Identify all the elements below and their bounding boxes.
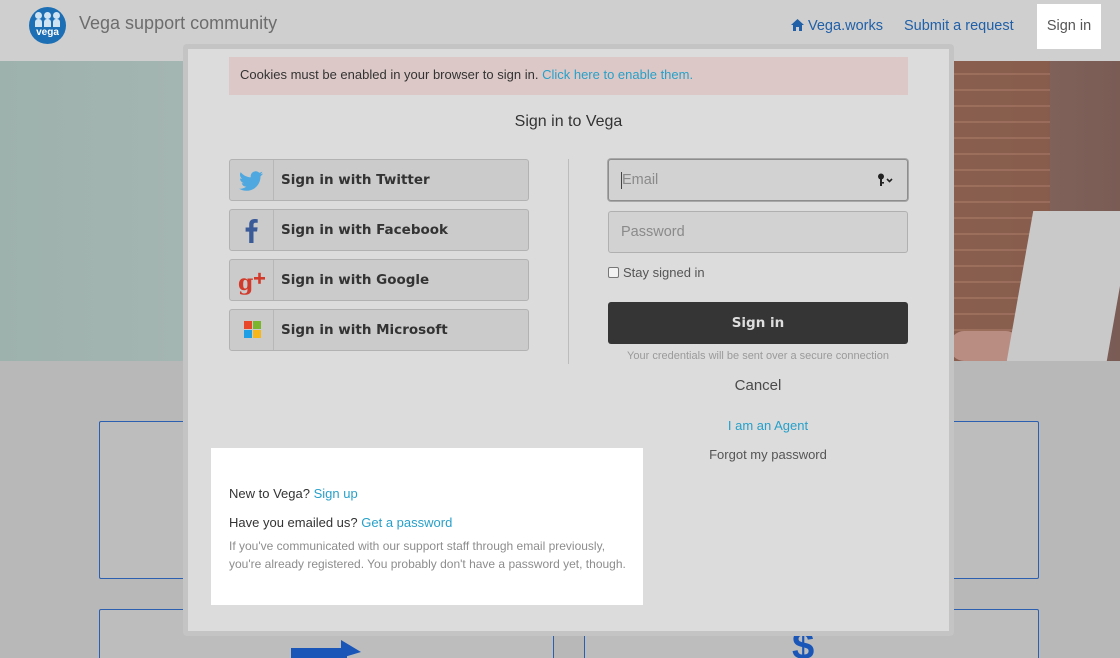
password-field[interactable]: Password — [608, 211, 908, 253]
secure-connection-note: Your credentials will be sent over a sec… — [627, 350, 889, 362]
forgot-password-link[interactable]: Forgot my password — [618, 447, 918, 462]
logo-text: vega — [36, 27, 59, 38]
nav-signin-button[interactable]: Sign in — [1037, 4, 1101, 49]
email-placeholder: Email — [622, 172, 659, 188]
microsoft-icon — [244, 321, 261, 338]
cookie-alert: Cookies must be enabled in your browser … — [229, 57, 908, 95]
emailed-line: Have you emailed us? Get a password — [229, 515, 452, 530]
people-icon — [35, 12, 60, 27]
password-placeholder: Password — [621, 224, 685, 240]
agent-login-link[interactable]: I am an Agent — [618, 418, 918, 433]
twitter-signin-button[interactable]: Sign in with Twitter — [229, 159, 529, 201]
stay-signed-in-label: Stay signed in — [623, 265, 705, 280]
nav-link-vega-works[interactable]: Vega.works — [791, 18, 883, 34]
enable-cookies-link[interactable]: Click here to enable them. — [542, 67, 693, 82]
nav-link-submit-request[interactable]: Submit a request — [904, 18, 1014, 34]
stay-signed-in-checkbox[interactable]: Stay signed in — [608, 265, 705, 280]
social-button-label: Sign in with Google — [281, 272, 430, 288]
signup-link[interactable]: Sign up — [314, 486, 358, 501]
column-divider — [568, 159, 569, 364]
text-caret — [621, 172, 622, 189]
google-signin-button[interactable]: g Sign in with Google — [229, 259, 529, 301]
password-manager-key-icon[interactable] — [877, 173, 894, 187]
emailed-prompt: Have you emailed us? — [229, 515, 358, 530]
cancel-button[interactable]: Cancel — [608, 377, 908, 394]
social-button-label: Sign in with Facebook — [281, 222, 449, 238]
new-user-line: New to Vega? Sign up — [229, 486, 358, 501]
social-button-label: Sign in with Microsoft — [281, 322, 448, 338]
facebook-signin-button[interactable]: Sign in with Facebook — [229, 209, 529, 251]
registration-note: If you've communicated with our support … — [229, 539, 626, 571]
facebook-icon — [245, 219, 258, 243]
email-field[interactable]: Email — [608, 159, 908, 201]
signin-submit-button[interactable]: Sign in — [608, 302, 908, 344]
arrow-right-icon — [291, 640, 361, 658]
google-plus-icon: g — [238, 270, 265, 296]
home-icon — [791, 19, 804, 31]
nav-link-label: Vega.works — [808, 18, 883, 34]
new-user-help-panel: New to Vega? Sign up Have you emailed us… — [211, 448, 643, 605]
checkbox-box[interactable] — [608, 267, 619, 278]
microsoft-signin-button[interactable]: Sign in with Microsoft — [229, 309, 529, 351]
cookie-alert-text: Cookies must be enabled in your browser … — [240, 67, 539, 82]
social-button-label: Sign in with Twitter — [281, 172, 430, 188]
get-password-link[interactable]: Get a password — [361, 515, 452, 530]
modal-title: Sign in to Vega — [514, 113, 623, 130]
twitter-icon — [239, 171, 263, 191]
vega-logo[interactable]: vega — [29, 7, 66, 44]
svg-text:g: g — [238, 270, 253, 296]
site-name[interactable]: Vega support community — [79, 13, 277, 34]
new-user-prompt: New to Vega? — [229, 486, 310, 501]
